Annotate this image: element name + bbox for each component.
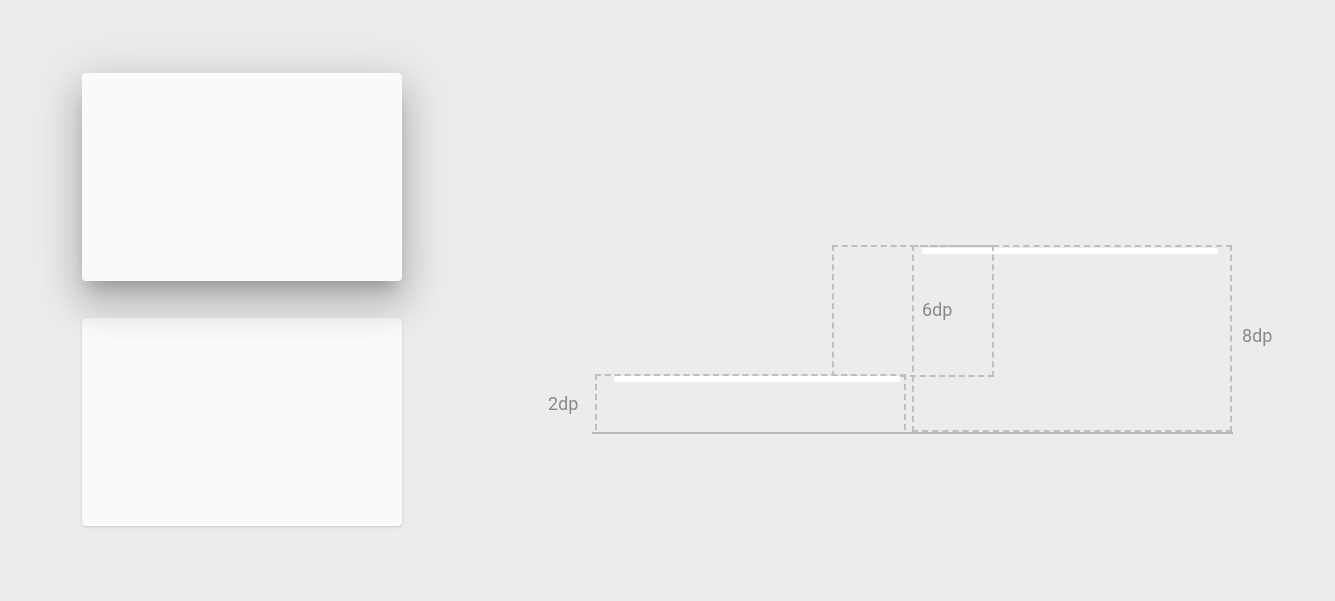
baseline-rule (592, 432, 1233, 434)
elevation-box-2dp (595, 374, 906, 430)
label-2dp: 2dp (548, 396, 578, 414)
label-6dp: 6dp (922, 302, 952, 320)
card-elevated-high (82, 73, 402, 281)
elevation-diagram: 8dp 6dp 2dp (0, 0, 1335, 601)
label-8dp: 8dp (1242, 328, 1272, 346)
elevation-box-6dp (832, 245, 994, 377)
elevation-top-strip-2dp (614, 376, 900, 382)
card-elevated-low (82, 318, 402, 526)
